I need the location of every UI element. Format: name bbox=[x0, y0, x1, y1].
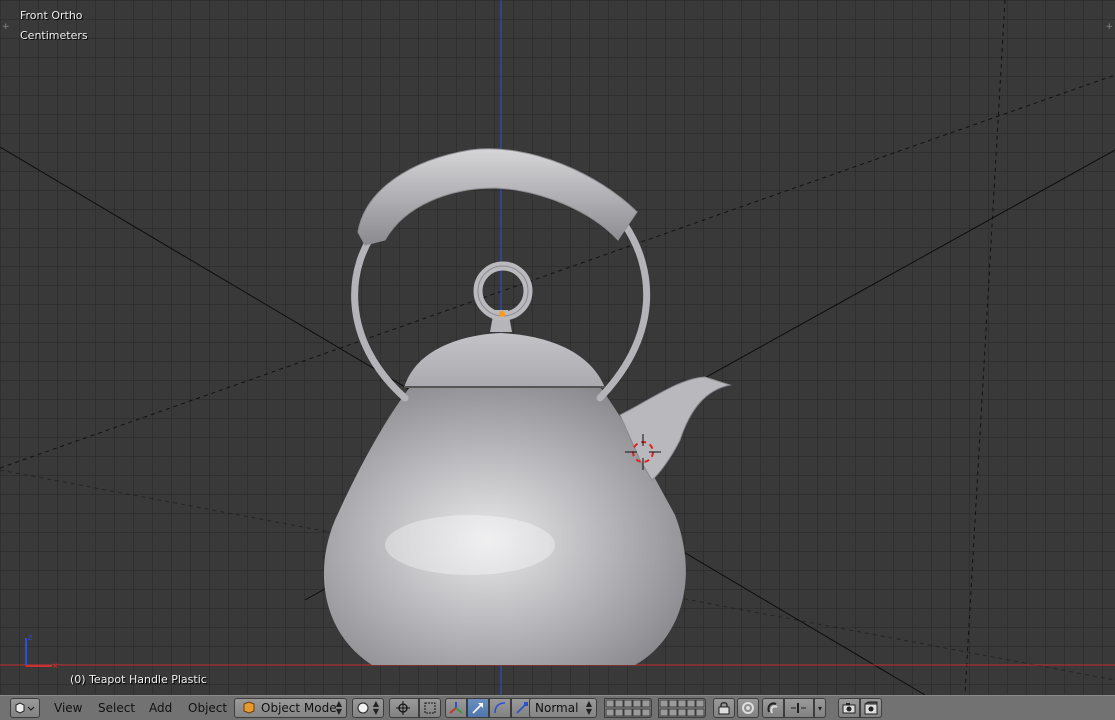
proportional-edit-button[interactable] bbox=[737, 698, 759, 718]
lock-icon bbox=[718, 702, 730, 715]
units-label: Centimeters bbox=[20, 29, 88, 42]
pivot-group bbox=[389, 698, 441, 718]
opengl-render-icon bbox=[842, 703, 856, 714]
layers-icon bbox=[659, 699, 705, 717]
menu-object[interactable]: Object bbox=[188, 701, 227, 715]
chevron-updown-icon: ▲ ▼ bbox=[585, 699, 592, 716]
layers-icon bbox=[605, 699, 651, 717]
snap-icon bbox=[767, 702, 778, 714]
pivot-point-button[interactable] bbox=[389, 698, 419, 718]
viewport-header: View Select Add Object Object Mode ▲ ▼ ▲ ▼ bbox=[0, 695, 1115, 720]
proportional-edit-icon bbox=[742, 702, 754, 714]
snap-toggle-button[interactable] bbox=[762, 698, 784, 718]
object-mode-icon bbox=[243, 701, 255, 714]
opengl-render-button[interactable] bbox=[838, 698, 860, 718]
lock-layers-button[interactable] bbox=[713, 698, 735, 718]
snap-element-icon bbox=[791, 703, 806, 713]
editor-type-icon bbox=[15, 702, 35, 714]
object-origin bbox=[499, 311, 505, 317]
pivot-center-toggle[interactable] bbox=[419, 698, 441, 718]
viewport-scene bbox=[0, 0, 1115, 695]
viewport-shading-icon bbox=[357, 702, 369, 714]
transform-orientation-selector[interactable]: Normal ▲ ▼ bbox=[529, 698, 597, 718]
snap-target-button[interactable]: ▾ bbox=[814, 698, 826, 718]
opengl-group bbox=[838, 698, 882, 718]
region-toggle-right-icon[interactable]: + bbox=[1105, 22, 1113, 32]
3d-viewport[interactable]: Front Ortho Centimeters + + z x (0) Teap… bbox=[0, 0, 1115, 695]
viewport-shading-button[interactable]: ▲ ▼ bbox=[352, 698, 384, 718]
layers-group-1 bbox=[604, 698, 652, 718]
menu-view[interactable]: View bbox=[54, 701, 82, 715]
chevron-updown-icon: ▲ ▼ bbox=[372, 699, 379, 716]
layers-group-2 bbox=[658, 698, 706, 718]
active-object-label: (0) Teapot Handle Plastic bbox=[70, 673, 207, 686]
rotate-icon bbox=[494, 702, 506, 714]
rotate-manipulator-button[interactable] bbox=[489, 698, 511, 718]
mode-selector[interactable]: Object Mode ▲ ▼ bbox=[234, 698, 347, 718]
body-highlight bbox=[385, 515, 555, 575]
manipulator-group bbox=[445, 698, 533, 718]
pivot-center-icon bbox=[424, 702, 436, 714]
manipulator-toggle-icon bbox=[449, 702, 463, 714]
menu-add[interactable]: Add bbox=[149, 701, 172, 715]
editor-type-button[interactable] bbox=[10, 698, 40, 718]
manipulator-toggle-button[interactable] bbox=[445, 698, 467, 718]
frustum-line bbox=[964, 0, 1006, 695]
pivot-point-icon bbox=[396, 701, 410, 715]
teapot-lid bbox=[404, 333, 605, 388]
axis-label-z: z bbox=[28, 633, 32, 642]
mode-selector-label: Object Mode bbox=[261, 701, 337, 715]
layer-buttons-2[interactable] bbox=[658, 698, 706, 718]
chevron-updown-icon: ▲ ▼ bbox=[335, 699, 342, 716]
handle-grip bbox=[357, 148, 638, 246]
chevron-updown-icon: ▾ bbox=[817, 703, 822, 713]
translate-manipulator-button[interactable] bbox=[467, 698, 489, 718]
region-toggle-left-icon[interactable]: + bbox=[2, 22, 10, 32]
translate-icon bbox=[472, 703, 483, 714]
scale-icon bbox=[516, 702, 528, 714]
axis-gizmo: z x bbox=[25, 633, 58, 670]
transform-orientation-label: Normal bbox=[535, 701, 579, 715]
snap-element-button[interactable] bbox=[784, 698, 814, 718]
opengl-animation-icon bbox=[864, 701, 878, 715]
layer-buttons-1[interactable] bbox=[604, 698, 652, 718]
axis-label-x: x bbox=[53, 661, 58, 670]
view-name-label: Front Ortho bbox=[20, 9, 83, 22]
menu-select[interactable]: Select bbox=[98, 701, 135, 715]
opengl-animation-button[interactable] bbox=[860, 698, 882, 718]
snap-group: ▾ bbox=[762, 698, 826, 718]
